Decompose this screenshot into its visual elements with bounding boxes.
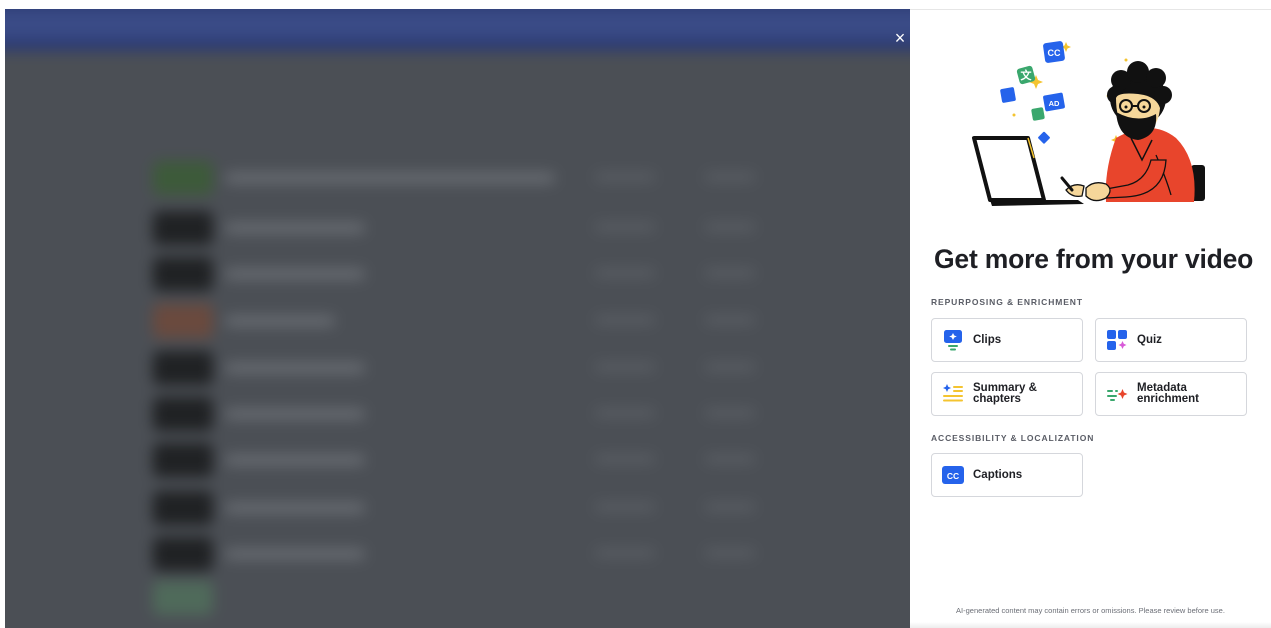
background-row [145, 537, 905, 571]
quiz-icon [1106, 329, 1128, 351]
metadata-icon [1106, 383, 1128, 405]
background-thumb [153, 351, 213, 385]
background-title [225, 503, 365, 513]
svg-text:文: 文 [1021, 68, 1033, 82]
background-cell [705, 503, 755, 511]
background-row [145, 397, 905, 431]
background-video-list [5, 51, 910, 628]
upsell-panel: 文 CC AD Get more from your video REPURPO… [910, 9, 1271, 628]
background-cell [595, 316, 655, 324]
summary-chapters-label: Summary & chapters [973, 382, 1037, 405]
bottom-shade [910, 622, 1271, 628]
background-cell [705, 409, 755, 417]
background-cell [705, 455, 755, 463]
background-row [145, 304, 905, 338]
background-cell [705, 173, 755, 181]
background-title [225, 173, 555, 183]
background-blur-layer [5, 9, 910, 628]
background-cell [595, 409, 655, 417]
background-thumb [153, 257, 213, 291]
section-label-repurposing: REPURPOSING & ENRICHMENT [931, 297, 1083, 307]
ad-badge: AD [1049, 99, 1060, 108]
background-cell [705, 549, 755, 557]
video-person-illustration: 文 CC AD [972, 41, 1205, 206]
background-row [145, 161, 905, 195]
background-thumb [153, 491, 213, 525]
captions-label: Captions [973, 468, 1023, 481]
background-row [145, 211, 905, 245]
background-cell [705, 363, 755, 371]
background-cell [595, 173, 655, 181]
clips-icon [942, 329, 964, 351]
captions-cc-text: CC [947, 471, 959, 481]
cc-badge: CC [1048, 48, 1061, 58]
background-cell [595, 223, 655, 231]
quiz-button[interactable]: Quiz [1095, 318, 1247, 362]
background-title [225, 316, 335, 326]
summary-icon [942, 383, 964, 405]
quiz-label: Quiz [1137, 333, 1162, 346]
background-thumb [153, 304, 213, 338]
background-cell [705, 223, 755, 231]
section-label-accessibility: ACCESSIBILITY & LOCALIZATION [931, 433, 1095, 443]
background-thumb [153, 581, 213, 615]
background-title [225, 455, 365, 465]
background-title [225, 269, 365, 279]
background-title [225, 409, 365, 419]
background-cell [595, 455, 655, 463]
background-cell [595, 503, 655, 511]
background-row [145, 491, 905, 525]
metadata-enrichment-button[interactable]: Metadata enrichment [1095, 372, 1247, 416]
summary-chapters-button[interactable]: Summary & chapters [931, 372, 1083, 416]
background-title [225, 363, 365, 373]
clips-button[interactable]: Clips [931, 318, 1083, 362]
background-cell [595, 269, 655, 277]
background-title [225, 223, 365, 233]
captions-icon: CC [942, 464, 964, 486]
background-row [145, 351, 905, 385]
background-cell [595, 549, 655, 557]
panel-title: Get more from your video [934, 244, 1254, 274]
background-title [225, 549, 365, 559]
background-thumb [153, 443, 213, 477]
background-thumb [153, 397, 213, 431]
ai-disclaimer: AI-generated content may contain errors … [956, 606, 1225, 615]
background-thumb [153, 211, 213, 245]
background-header-glow [5, 9, 910, 39]
background-thumb [153, 161, 213, 195]
metadata-enrichment-label: Metadata enrichment [1137, 382, 1199, 405]
background-cell [705, 316, 755, 324]
captions-button[interactable]: CC Captions [931, 453, 1083, 497]
background-row [145, 257, 905, 291]
background-app: × [5, 9, 910, 628]
background-row [145, 581, 905, 615]
close-button[interactable]: × [889, 27, 910, 49]
background-cell [705, 269, 755, 277]
background-row [145, 443, 905, 477]
clips-label: Clips [973, 333, 1002, 346]
background-thumb [153, 537, 213, 571]
background-cell [595, 363, 655, 371]
